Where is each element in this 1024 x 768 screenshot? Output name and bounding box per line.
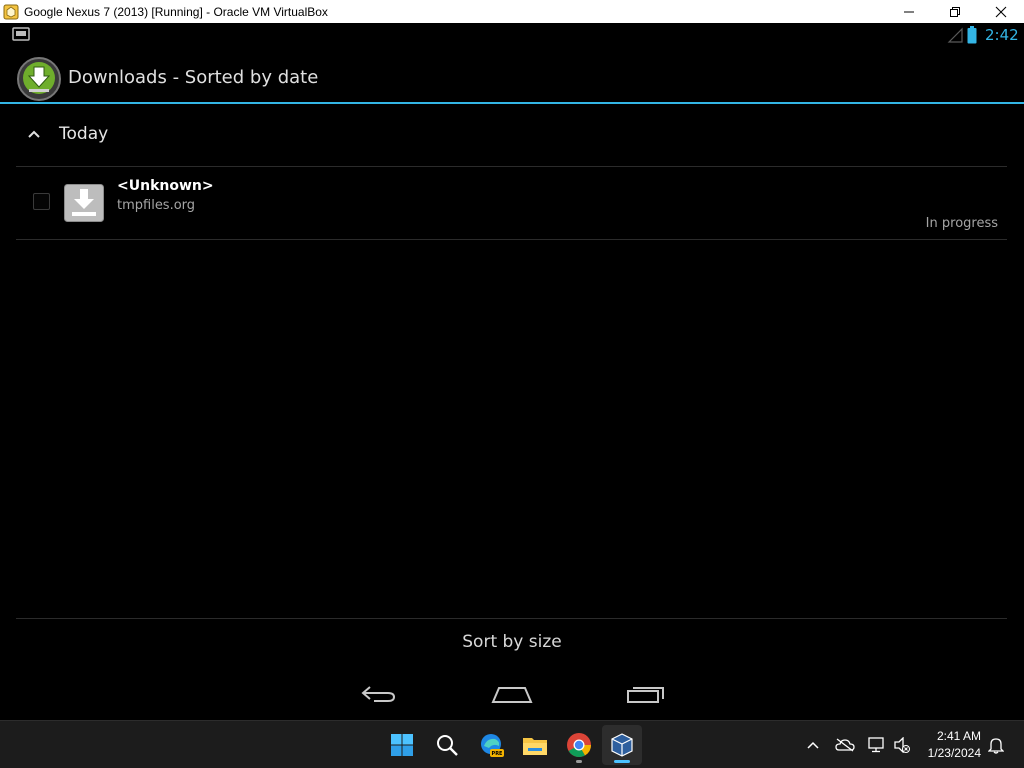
chrome-icon xyxy=(567,733,591,758)
minimize-button[interactable] xyxy=(886,0,932,23)
back-button[interactable] xyxy=(349,678,409,710)
item-status: In progress xyxy=(925,216,998,231)
section-header-today[interactable]: Today xyxy=(16,118,1006,154)
maximize-button[interactable] xyxy=(932,0,978,23)
virtualbox-icon xyxy=(3,4,19,19)
battery-icon xyxy=(967,26,977,44)
item-checkbox[interactable] xyxy=(33,193,50,210)
notification-icon[interactable] xyxy=(12,27,30,41)
android-nav-bar xyxy=(0,668,1024,720)
signal-icon xyxy=(947,27,963,43)
window-titlebar: Google Nexus 7 (2013) [Running] - Oracle… xyxy=(0,0,1024,23)
status-clock: 2:42 xyxy=(985,26,1019,44)
close-button[interactable] xyxy=(978,0,1024,23)
recents-button[interactable] xyxy=(616,678,676,710)
home-button[interactable] xyxy=(482,678,542,710)
start-button[interactable] xyxy=(382,725,422,765)
minimize-icon xyxy=(904,11,914,12)
running-indicator xyxy=(576,760,582,763)
list-divider xyxy=(16,239,1007,240)
windows-taskbar: PRE 2:41 AM 1/23/2024 xyxy=(0,720,1024,768)
edge-canary-icon: PRE xyxy=(481,734,504,757)
item-source: tmpfiles.org xyxy=(117,198,196,213)
back-icon xyxy=(361,686,396,702)
notification-center-button[interactable] xyxy=(986,735,1006,755)
taskbar-clock-time[interactable]: 2:41 AM xyxy=(937,729,981,743)
notification-bell-icon xyxy=(988,738,1004,754)
file-explorer-icon xyxy=(523,738,547,755)
window-title: Google Nexus 7 (2013) [Running] - Oracle… xyxy=(24,4,328,19)
downloads-app-icon[interactable] xyxy=(16,56,62,102)
volume-icon xyxy=(894,737,910,753)
action-bar: Downloads - Sorted by date xyxy=(0,47,1024,103)
windows-start-icon xyxy=(391,734,413,756)
list-item[interactable]: <Unknown> tmpfiles.org In progress xyxy=(16,167,1007,239)
volume-tray-button[interactable] xyxy=(892,735,912,755)
item-file-name: <Unknown> xyxy=(117,178,214,194)
chevron-up-icon xyxy=(807,741,819,749)
action-bar-divider xyxy=(0,102,1024,104)
taskbar-search-button[interactable] xyxy=(427,725,467,765)
close-icon xyxy=(995,6,1007,17)
android-status-bar: 2:42 xyxy=(0,23,1024,47)
show-hidden-icons-button[interactable] xyxy=(803,735,823,755)
taskbar-virtualbox-button[interactable] xyxy=(602,725,642,765)
taskbar-file-explorer-button[interactable] xyxy=(515,725,555,765)
home-icon xyxy=(491,687,533,703)
taskbar-edge-button[interactable]: PRE xyxy=(472,725,512,765)
chevron-up-icon xyxy=(28,130,40,138)
sort-by-size-button[interactable]: Sort by size xyxy=(0,619,1024,665)
download-file-icon xyxy=(64,184,104,222)
onedrive-icon xyxy=(835,738,855,752)
network-tray-button[interactable] xyxy=(867,735,887,755)
maximize-icon xyxy=(950,6,960,17)
svg-text:PRE: PRE xyxy=(492,751,504,757)
virtualbox-icon xyxy=(611,733,633,757)
network-icon xyxy=(868,737,884,753)
onedrive-tray-button[interactable] xyxy=(835,735,855,755)
taskbar-clock-date[interactable]: 1/23/2024 xyxy=(928,746,981,760)
recents-icon xyxy=(627,687,664,703)
taskbar-chrome-button[interactable] xyxy=(559,725,599,765)
active-indicator xyxy=(614,760,630,763)
search-icon xyxy=(437,735,458,756)
page-title: Downloads - Sorted by date xyxy=(68,67,319,88)
section-title: Today xyxy=(59,124,109,144)
